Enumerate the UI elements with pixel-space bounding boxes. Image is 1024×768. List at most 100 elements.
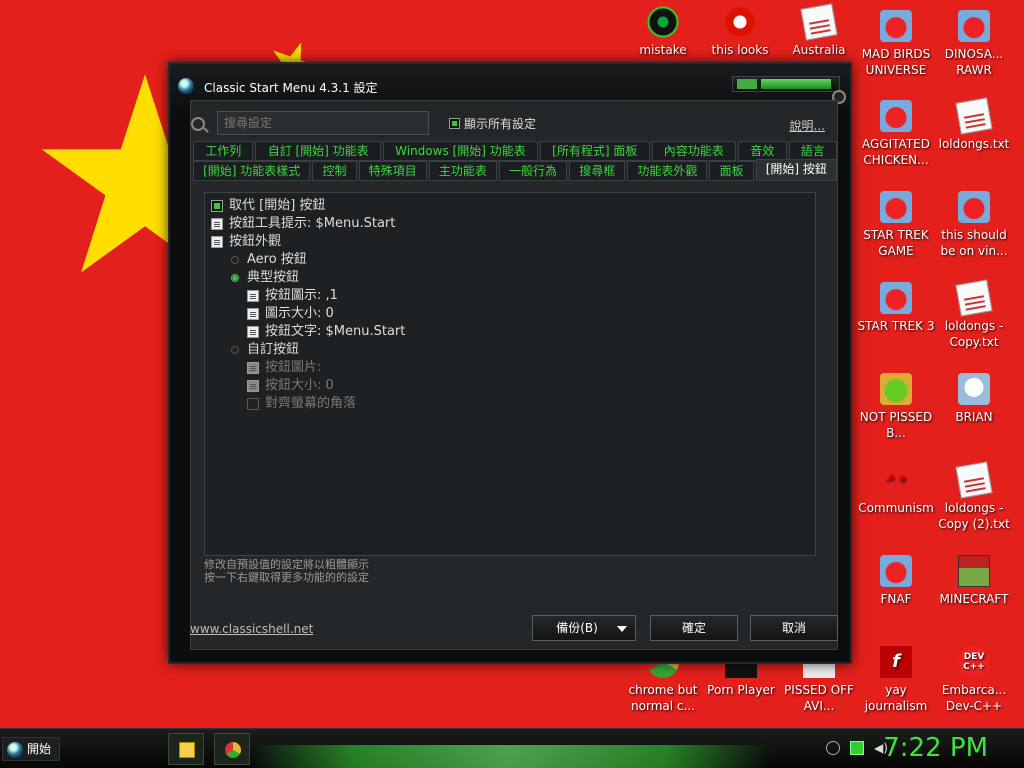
taskbar: 開始 ◀) 7:22 PM — [0, 728, 1024, 768]
text-file-icon — [955, 461, 993, 499]
tab-language[interactable]: 語言 — [788, 141, 837, 161]
tab-custom-start-menu[interactable]: 自訂 [開始] 功能表 — [255, 141, 381, 161]
ok-button[interactable]: 確定 — [650, 615, 738, 641]
tree-item[interactable]: 按鈕大小: 0 — [211, 377, 405, 395]
desktop-icon-loldongs-copy[interactable]: loldongs - Copy.txt — [933, 279, 1015, 350]
desktop-icon-dev-cpp[interactable]: DEV C++ Embarca... Dev-C++ — [933, 646, 1015, 714]
search-input[interactable] — [217, 111, 429, 135]
tree-item[interactable]: 按鈕文字: $Menu.Start — [211, 323, 405, 341]
angry-birds-icon — [880, 282, 912, 314]
tree-item[interactable]: 按鈕工具提示: $Menu.Start — [211, 215, 405, 233]
taskbar-item-chrome[interactable] — [214, 733, 250, 765]
tab-controls[interactable]: 控制 — [312, 161, 357, 181]
tree-item[interactable]: 取代 [開始] 按鈕 — [211, 197, 405, 215]
tree-item[interactable]: 按鈕圖示: ,1 — [211, 287, 405, 305]
text-file-icon — [955, 97, 993, 135]
brian-icon — [958, 373, 990, 405]
desktop-icon-mad-birds[interactable]: MAD BIRDS UNIVERSE — [855, 10, 937, 78]
show-all-settings-checkbox[interactable]: 顯示所有設定 — [449, 115, 536, 132]
tab-main-menu[interactable]: 主功能表 — [428, 161, 497, 181]
search-icon — [191, 117, 205, 131]
tree-item-label: 按鈕大小: 0 — [265, 378, 334, 393]
tree-item-label: 圖示大小: 0 — [265, 306, 334, 321]
minecraft-icon — [958, 555, 990, 587]
tree-item-label: 取代 [開始] 按鈕 — [229, 198, 326, 213]
text-file-icon — [955, 279, 993, 317]
desktop-icon-communism[interactable]: ☭ ★ Communism — [855, 464, 937, 516]
tab-sounds[interactable]: 音效 — [738, 141, 787, 161]
settings-tree-panel: 取代 [開始] 按鈕按鈕工具提示: $Menu.Start 按鈕外觀 Aero 按鈕… — [204, 192, 816, 556]
angry-birds-icon — [880, 10, 912, 42]
tab-search-box[interactable]: 搜尋框 — [569, 161, 626, 181]
window-title: Classic Start Menu 4.3.1 設定 — [204, 81, 378, 95]
tab-taskbar[interactable]: 工作列 — [193, 141, 254, 161]
tab-special-items[interactable]: 特殊項目 — [358, 161, 427, 181]
tree-item[interactable]: Aero 按鈕 — [211, 251, 405, 269]
checkbox-checked-icon — [449, 118, 460, 129]
help-link[interactable]: 說明... — [790, 117, 825, 134]
tab-menu-look[interactable]: 功能表外觀 — [627, 161, 708, 181]
taskbar-item-classic-shell[interactable] — [168, 733, 204, 765]
network-icon[interactable] — [850, 741, 864, 755]
classicshell-website-link[interactable]: www.classicshell.net — [190, 622, 313, 636]
radio-button-icon — [231, 256, 239, 264]
desktop-icon-not-pissed[interactable]: NOT PISSED B... — [855, 373, 937, 441]
desktop-icon-dinosa[interactable]: DINOSA... RAWR — [933, 10, 1015, 78]
desktop-icon-minecraft[interactable]: MINECRAFT — [933, 555, 1015, 607]
checkbox-icon — [247, 398, 259, 410]
tab-context-menu[interactable]: 內容功能表 — [651, 141, 737, 161]
tab-all-programs-panel[interactable]: [所有程式] 面板 — [539, 141, 650, 161]
notification-icon[interactable] — [826, 741, 840, 755]
desktop-icon-loldongs[interactable]: loldongs.txt — [933, 97, 1015, 152]
system-tray: ◀) — [826, 741, 888, 755]
tree-item-label: 按鈕文字: $Menu.Start — [265, 324, 406, 339]
setting-document-icon — [247, 290, 259, 302]
setting-document-icon — [247, 308, 259, 320]
tree-item-label: 按鈕圖片: — [265, 360, 322, 375]
tree-item-label: 對齊螢幕的角落 — [265, 396, 357, 411]
flash-icon: f — [880, 646, 912, 678]
tree-item[interactable]: 典型按鈕 — [211, 269, 405, 287]
communism-icon: ☭ ★ — [885, 474, 907, 485]
desktop-icon-this-looks[interactable]: this looks — [699, 6, 781, 58]
tree-item[interactable]: 自訂按鈕 — [211, 341, 405, 359]
dev-cpp-icon: DEV C++ — [958, 646, 990, 678]
pig-icon — [880, 373, 912, 405]
start-button[interactable]: 開始 — [2, 737, 61, 761]
tree-item[interactable]: 圖示大小: 0 — [211, 305, 405, 323]
desktop-icon-loldongs-copy-2[interactable]: loldongs - Copy (2).txt — [933, 461, 1015, 532]
setting-document-icon — [211, 236, 223, 248]
tree-item[interactable]: 按鈕外觀 — [211, 233, 405, 251]
setting-document-icon — [211, 218, 223, 230]
desktop-icon-star-trek-game[interactable]: STAR TREK GAME — [855, 191, 937, 259]
clock[interactable]: 7:22 PM — [883, 733, 988, 763]
document-icon — [800, 3, 838, 41]
tab-skin[interactable]: 面板 — [709, 161, 754, 181]
tab-row-1: 工作列 自訂 [開始] 功能表 Windows [開始] 功能表 [所有程式] … — [193, 141, 837, 161]
backup-button[interactable]: 備份(B) — [532, 615, 636, 641]
desktop-icon-star-trek-3[interactable]: STAR TREK 3 — [855, 282, 937, 334]
green-orb-icon — [647, 6, 679, 38]
window-controls[interactable] — [732, 76, 840, 92]
angry-birds-icon — [958, 10, 990, 42]
tab-windows-start-menu[interactable]: Windows [開始] 功能表 — [382, 141, 538, 161]
tree-item[interactable]: 按鈕圖片: — [211, 359, 405, 377]
settings-tree: 取代 [開始] 按鈕按鈕工具提示: $Menu.Start 按鈕外觀 Aero 按鈕… — [211, 197, 405, 413]
desktop-icon-yay-journalism[interactable]: f yay journalism — [855, 646, 937, 714]
desktop-icon-this-should[interactable]: this should be on vin... — [933, 191, 1015, 259]
tab-start-button[interactable]: [開始] 按鈕 — [755, 159, 838, 181]
tree-item[interactable]: 對齊螢幕的角落 — [211, 395, 405, 413]
cancel-button[interactable]: 取消 — [750, 615, 838, 641]
desktop-icon-brian[interactable]: BRIAN — [933, 373, 1015, 425]
desktop-icon-fnaf[interactable]: FNAF — [855, 555, 937, 607]
settings-window: Classic Start Menu 4.3.1 設定 顯示所有設定 說明...… — [168, 62, 852, 664]
desktop-icon-aggitated-chicken[interactable]: AGGITATED CHICKEN... — [855, 100, 937, 168]
tab-menu-style[interactable]: [開始] 功能表樣式 — [193, 161, 311, 181]
angry-birds-icon — [880, 191, 912, 223]
tree-item-label: 按鈕圖示: ,1 — [265, 288, 338, 303]
tree-item-label: 典型按鈕 — [247, 270, 300, 285]
tab-general-behavior[interactable]: 一般行為 — [498, 161, 568, 181]
desktop-icon-mistake[interactable]: mistake — [622, 6, 704, 58]
radio-selected-icon — [231, 274, 239, 282]
desktop-icon-australia[interactable]: Australia — [778, 3, 860, 58]
